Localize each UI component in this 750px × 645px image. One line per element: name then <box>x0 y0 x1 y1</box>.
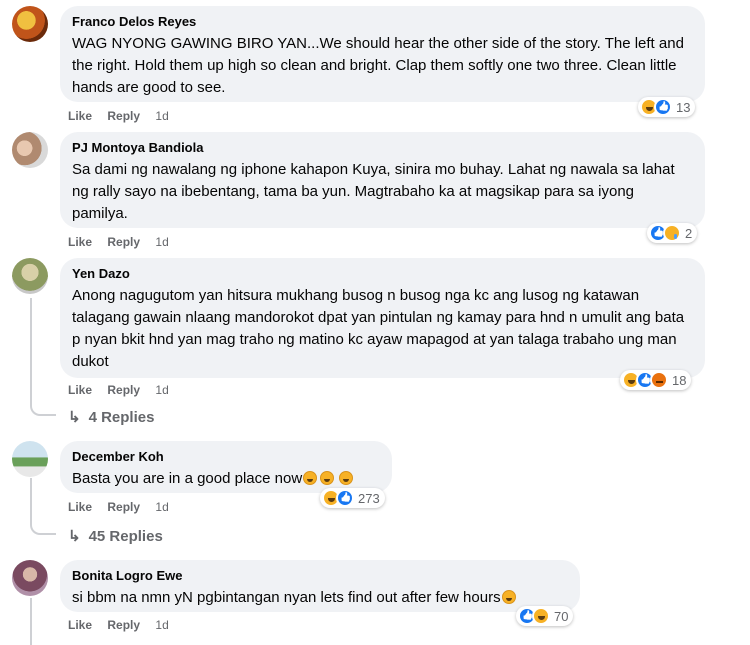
reply-button[interactable]: Reply <box>107 383 140 397</box>
grinning-emoji-icon <box>320 471 335 485</box>
avatar[interactable] <box>12 441 48 477</box>
view-replies-link[interactable]: ↳ 45 Replies <box>68 527 163 546</box>
comment-timestamp[interactable]: 1d <box>155 383 168 397</box>
haha-reaction-icon <box>532 607 550 625</box>
comment-actions: Like Reply 1d <box>68 108 169 124</box>
reaction-count: 13 <box>676 99 691 115</box>
avatar[interactable] <box>12 6 48 42</box>
reply-arrow-icon: ↳ <box>68 409 81 426</box>
avatar[interactable] <box>12 560 48 596</box>
like-button[interactable]: Like <box>68 618 92 632</box>
comment-timestamp[interactable]: 1d <box>155 618 168 632</box>
comment-text: Anong nagugutom yan hitsura mukhang buso… <box>72 287 685 370</box>
comment-actions: Like Reply 1d <box>68 617 169 633</box>
comment-author[interactable]: Bonita Logro Ewe <box>72 568 568 584</box>
reply-button[interactable]: Reply <box>107 618 140 632</box>
reaction-summary[interactable]: 70 <box>516 606 574 626</box>
like-button[interactable]: Like <box>68 500 92 514</box>
comment-bubble: Bonita Logro Ewe si bbm na nmn yN pgbint… <box>60 560 580 612</box>
comment-text: si bbm na nmn yN pgbintangan nyan lets f… <box>72 587 568 609</box>
reply-button[interactable]: Reply <box>107 109 140 123</box>
reaction-count: 2 <box>685 225 693 241</box>
comment-bubble: PJ Montoya Bandiola Sa dami ng nawalang … <box>60 132 705 228</box>
replies-label: 45 Replies <box>88 527 163 545</box>
reaction-summary[interactable]: 2 <box>647 223 698 243</box>
comment-bubble: Yen Dazo Anong nagugutom yan hitsura muk… <box>60 258 705 378</box>
comment-actions: Like Reply 1d <box>68 382 169 398</box>
like-reaction-icon <box>336 489 354 507</box>
like-button[interactable]: Like <box>68 383 92 397</box>
reaction-summary[interactable]: 273 <box>320 488 385 508</box>
grinning-emoji-icon <box>501 590 516 604</box>
comment-author[interactable]: PJ Montoya Bandiola <box>72 140 693 156</box>
replies-label: 4 Replies <box>88 408 155 426</box>
reaction-count: 273 <box>358 490 380 506</box>
comment-text: WAG NYONG GAWING BIRO YAN...We should he… <box>72 35 684 96</box>
sad-reaction-icon <box>663 224 681 242</box>
angry-reaction-icon <box>650 371 668 389</box>
reply-button[interactable]: Reply <box>107 235 140 249</box>
like-button[interactable]: Like <box>68 109 92 123</box>
thread-line <box>30 298 32 402</box>
thread-connector <box>30 521 56 535</box>
grinning-emoji-icon <box>339 471 354 485</box>
reaction-count: 18 <box>672 372 687 388</box>
thread-connector <box>30 402 56 416</box>
comment-text-body: si bbm na nmn yN pgbintangan nyan lets f… <box>72 589 501 606</box>
avatar[interactable] <box>12 258 48 294</box>
thread-line <box>30 478 32 521</box>
comment-author[interactable]: Franco Delos Reyes <box>72 14 693 30</box>
like-reaction-icon <box>654 98 672 116</box>
thread-line <box>30 598 32 645</box>
grinning-emoji-icon <box>303 471 318 485</box>
comment-actions: Like Reply 1d <box>68 234 169 250</box>
comment-timestamp[interactable]: 1d <box>155 109 168 123</box>
comment-text: Sa dami ng nawalang ng iphone kahapon Ku… <box>72 161 675 222</box>
comment-bubble: December Koh Basta you are in a good pla… <box>60 441 392 493</box>
view-replies-link[interactable]: ↳ 4 Replies <box>68 408 155 427</box>
like-button[interactable]: Like <box>68 235 92 249</box>
comment-text: Basta you are in a good place now <box>72 468 380 490</box>
avatar[interactable] <box>12 132 48 168</box>
reaction-summary[interactable]: 18 <box>620 370 692 390</box>
reply-button[interactable]: Reply <box>107 500 140 514</box>
comment-bubble: Franco Delos Reyes WAG NYONG GAWING BIRO… <box>60 6 705 102</box>
reaction-summary[interactable]: 13 <box>638 97 696 117</box>
comment-timestamp[interactable]: 1d <box>155 235 168 249</box>
reply-arrow-icon: ↳ <box>68 528 81 545</box>
comment-author[interactable]: Yen Dazo <box>72 266 693 282</box>
comment-text-body: Basta you are in a good place now <box>72 470 303 487</box>
reaction-count: 70 <box>554 608 569 624</box>
comment-timestamp[interactable]: 1d <box>155 500 168 514</box>
comment-actions: Like Reply 1d <box>68 499 169 515</box>
comment-author[interactable]: December Koh <box>72 449 380 465</box>
